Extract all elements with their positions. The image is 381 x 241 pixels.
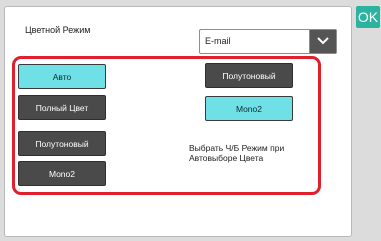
auto-bw-mono2-button[interactable]: Mono2 xyxy=(205,96,293,121)
full-color-button[interactable]: Полный Цвет xyxy=(18,95,106,120)
auto-button[interactable]: Авто xyxy=(18,64,106,89)
chevron-down-icon xyxy=(317,37,329,45)
dropdown-button[interactable] xyxy=(309,30,336,53)
destination-select[interactable]: E-mail xyxy=(199,29,337,54)
ok-button[interactable]: OK xyxy=(356,6,380,28)
select-value: E-mail xyxy=(205,36,231,46)
auto-bw-note: Выбрать Ч/Б Режим при Автовыборе Цвета xyxy=(189,143,285,163)
page-title: Цветной Режим xyxy=(25,25,91,35)
auto-bw-grayscale-button[interactable]: Полутоновый xyxy=(205,63,293,88)
mono2-button[interactable]: Mono2 xyxy=(18,161,106,186)
grayscale-button[interactable]: Полутоновый xyxy=(18,131,106,156)
